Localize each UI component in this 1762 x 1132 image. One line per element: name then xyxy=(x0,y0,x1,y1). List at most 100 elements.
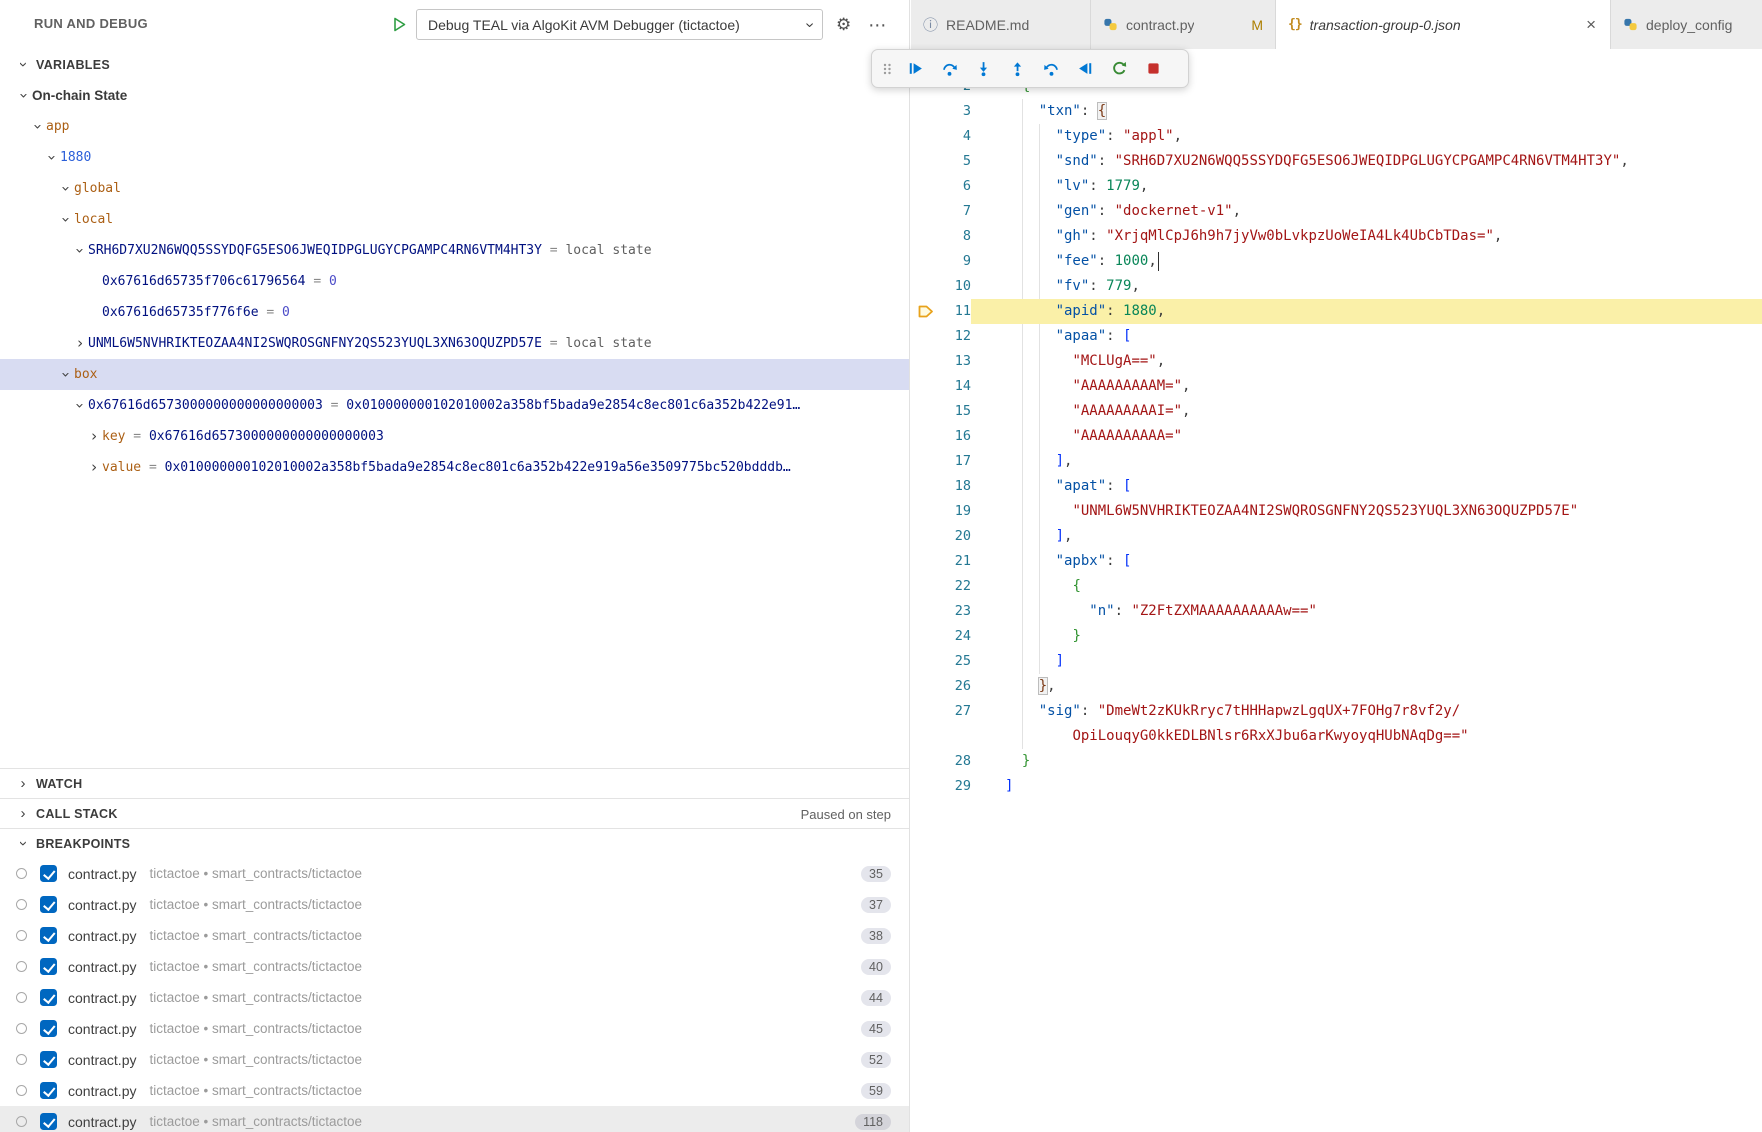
twistie-chevron-icon[interactable] xyxy=(30,119,46,134)
gutter-glyph-margin[interactable] xyxy=(911,724,941,749)
reverse-continue-button[interactable] xyxy=(1069,54,1101,84)
variable-row[interactable]: SRH6D7XU2N6WQQ5SSYDQFG5ESO6JWEQIDPGLUGYC… xyxy=(0,235,909,266)
variable-row[interactable]: local xyxy=(0,204,909,235)
code-line[interactable]: 15 "AAAAAAAAAI=", xyxy=(911,399,1762,424)
twistie-chevron-icon[interactable] xyxy=(72,243,88,258)
breakpoint-row[interactable]: contract.pytictactoe • smart_contracts/t… xyxy=(0,920,909,951)
gutter-glyph-margin[interactable] xyxy=(911,574,941,599)
line-number[interactable]: 14 xyxy=(941,374,971,399)
drag-handle[interactable] xyxy=(877,54,897,84)
step-over-button[interactable] xyxy=(933,54,965,84)
gutter-glyph-margin[interactable] xyxy=(911,149,941,174)
breakpoint-checkbox[interactable] xyxy=(40,989,57,1006)
line-number[interactable]: 24 xyxy=(941,624,971,649)
variable-row[interactable]: 1880 xyxy=(0,142,909,173)
breakpoint-checkbox[interactable] xyxy=(40,1020,57,1037)
line-number[interactable]: 21 xyxy=(941,549,971,574)
code-line[interactable]: 14 "AAAAAAAAAM=", xyxy=(911,374,1762,399)
variable-row[interactable]: UNML6W5NVHRIKTEOZAA4NI2SWQROSGNFNY2QS523… xyxy=(0,328,909,359)
code-line[interactable]: 17 ], xyxy=(911,449,1762,474)
breakpoint-row[interactable]: contract.pytictactoe • smart_contracts/t… xyxy=(0,1013,909,1044)
line-number[interactable]: 11 xyxy=(941,299,971,324)
twistie-chevron-icon[interactable] xyxy=(72,336,88,351)
gutter-glyph-margin[interactable] xyxy=(911,124,941,149)
gear-icon[interactable]: ⚙ xyxy=(832,12,855,37)
breakpoint-row[interactable]: contract.pytictactoe • smart_contracts/t… xyxy=(0,1106,909,1132)
variable-row[interactable]: 0x67616d6573000000000000000003 = 0x01000… xyxy=(0,390,909,421)
breakpoint-checkbox[interactable] xyxy=(40,1082,57,1099)
gutter-glyph-margin[interactable] xyxy=(911,249,941,274)
breakpoint-row[interactable]: contract.pytictactoe • smart_contracts/t… xyxy=(0,951,909,982)
step-into-button[interactable] xyxy=(967,54,999,84)
code-line[interactable]: 29] xyxy=(911,774,1762,799)
breakpoint-checkbox[interactable] xyxy=(40,958,57,975)
breakpoint-row[interactable]: contract.pytictactoe • smart_contracts/t… xyxy=(0,858,909,889)
line-number[interactable]: 15 xyxy=(941,399,971,424)
line-number[interactable]: 27 xyxy=(941,699,971,724)
gutter-glyph-margin[interactable] xyxy=(911,399,941,424)
restart-button[interactable] xyxy=(1103,54,1135,84)
code-line[interactable]: 20 ], xyxy=(911,524,1762,549)
breakpoint-row[interactable]: contract.pytictactoe • smart_contracts/t… xyxy=(0,889,909,920)
variable-row[interactable]: key = 0x67616d6573000000000000000003 xyxy=(0,421,909,452)
gutter-glyph-margin[interactable] xyxy=(911,474,941,499)
gutter-glyph-margin[interactable] xyxy=(911,624,941,649)
breakpoint-checkbox[interactable] xyxy=(40,896,57,913)
variable-row[interactable]: app xyxy=(0,111,909,142)
editor-pane[interactable]: 1[2 {3 "txn": {4 "type": "appl",5 "snd":… xyxy=(911,49,1762,1132)
tab-README.md[interactable]: ⓘREADME.md xyxy=(911,0,1091,49)
gutter-glyph-margin[interactable] xyxy=(911,649,941,674)
code-line[interactable]: 22 { xyxy=(911,574,1762,599)
line-number[interactable]: 5 xyxy=(941,149,971,174)
gutter-glyph-margin[interactable] xyxy=(911,274,941,299)
variable-row[interactable]: box xyxy=(0,359,909,390)
line-number[interactable]: 17 xyxy=(941,449,971,474)
gutter-glyph-margin[interactable] xyxy=(911,524,941,549)
watch-section-header[interactable]: WATCH xyxy=(0,768,909,798)
tab-transaction-group-0.json[interactable]: {}transaction-group-0.json× xyxy=(1276,0,1611,49)
line-number[interactable]: 13 xyxy=(941,349,971,374)
twistie-chevron-icon[interactable] xyxy=(58,181,74,196)
line-number[interactable]: 22 xyxy=(941,574,971,599)
stop-button[interactable] xyxy=(1137,54,1169,84)
code-line[interactable]: 11 "apid": 1880, xyxy=(911,299,1762,324)
gutter-glyph-margin[interactable] xyxy=(911,549,941,574)
code-line[interactable]: 21 "apbx": [ xyxy=(911,549,1762,574)
code-line[interactable]: 5 "snd": "SRH6D7XU2N6WQQ5SSYDQFG5ESO6JWE… xyxy=(911,149,1762,174)
breakpoint-row[interactable]: contract.pytictactoe • smart_contracts/t… xyxy=(0,1075,909,1106)
gutter-glyph-margin[interactable] xyxy=(911,174,941,199)
code-line[interactable]: 9 "fee": 1000, xyxy=(911,249,1762,274)
line-number[interactable]: 20 xyxy=(941,524,971,549)
line-number[interactable]: 6 xyxy=(941,174,971,199)
line-number[interactable]: 9 xyxy=(941,249,971,274)
line-number[interactable]: 12 xyxy=(941,324,971,349)
continue-button[interactable] xyxy=(899,54,931,84)
twistie-chevron-icon[interactable] xyxy=(44,150,60,165)
line-number[interactable]: 23 xyxy=(941,599,971,624)
code-line[interactable]: 25 ] xyxy=(911,649,1762,674)
line-number[interactable]: 18 xyxy=(941,474,971,499)
line-number[interactable]: 16 xyxy=(941,424,971,449)
code-line[interactable]: 28 } xyxy=(911,749,1762,774)
line-number[interactable]: 7 xyxy=(941,199,971,224)
line-number[interactable]: 19 xyxy=(941,499,971,524)
code-line[interactable]: 4 "type": "appl", xyxy=(911,124,1762,149)
tab-deploy_config[interactable]: deploy_config xyxy=(1611,0,1762,49)
step-out-button[interactable] xyxy=(1001,54,1033,84)
line-number[interactable]: 8 xyxy=(941,224,971,249)
twistie-chevron-icon[interactable] xyxy=(58,367,74,382)
variable-row[interactable]: 0x67616d65735f706c61796564 = 0 xyxy=(0,266,909,297)
gutter-glyph-margin[interactable] xyxy=(911,499,941,524)
start-debug-icon[interactable] xyxy=(391,16,407,33)
code-line[interactable]: 12 "apaa": [ xyxy=(911,324,1762,349)
gutter-glyph-margin[interactable] xyxy=(911,324,941,349)
code-line[interactable]: 26 }, xyxy=(911,674,1762,699)
code-line[interactable]: 7 "gen": "dockernet-v1", xyxy=(911,199,1762,224)
debug-current-step-gutter[interactable] xyxy=(911,299,941,324)
close-icon[interactable]: × xyxy=(1584,14,1598,35)
gutter-glyph-margin[interactable] xyxy=(911,449,941,474)
step-back-button[interactable] xyxy=(1035,54,1067,84)
line-number[interactable]: 10 xyxy=(941,274,971,299)
twistie-chevron-icon[interactable] xyxy=(16,88,32,103)
code-line[interactable]: OpiLouqyG0kkEDLBNlsr6RxXJbu6arKwyoyqHUbN… xyxy=(911,724,1762,749)
